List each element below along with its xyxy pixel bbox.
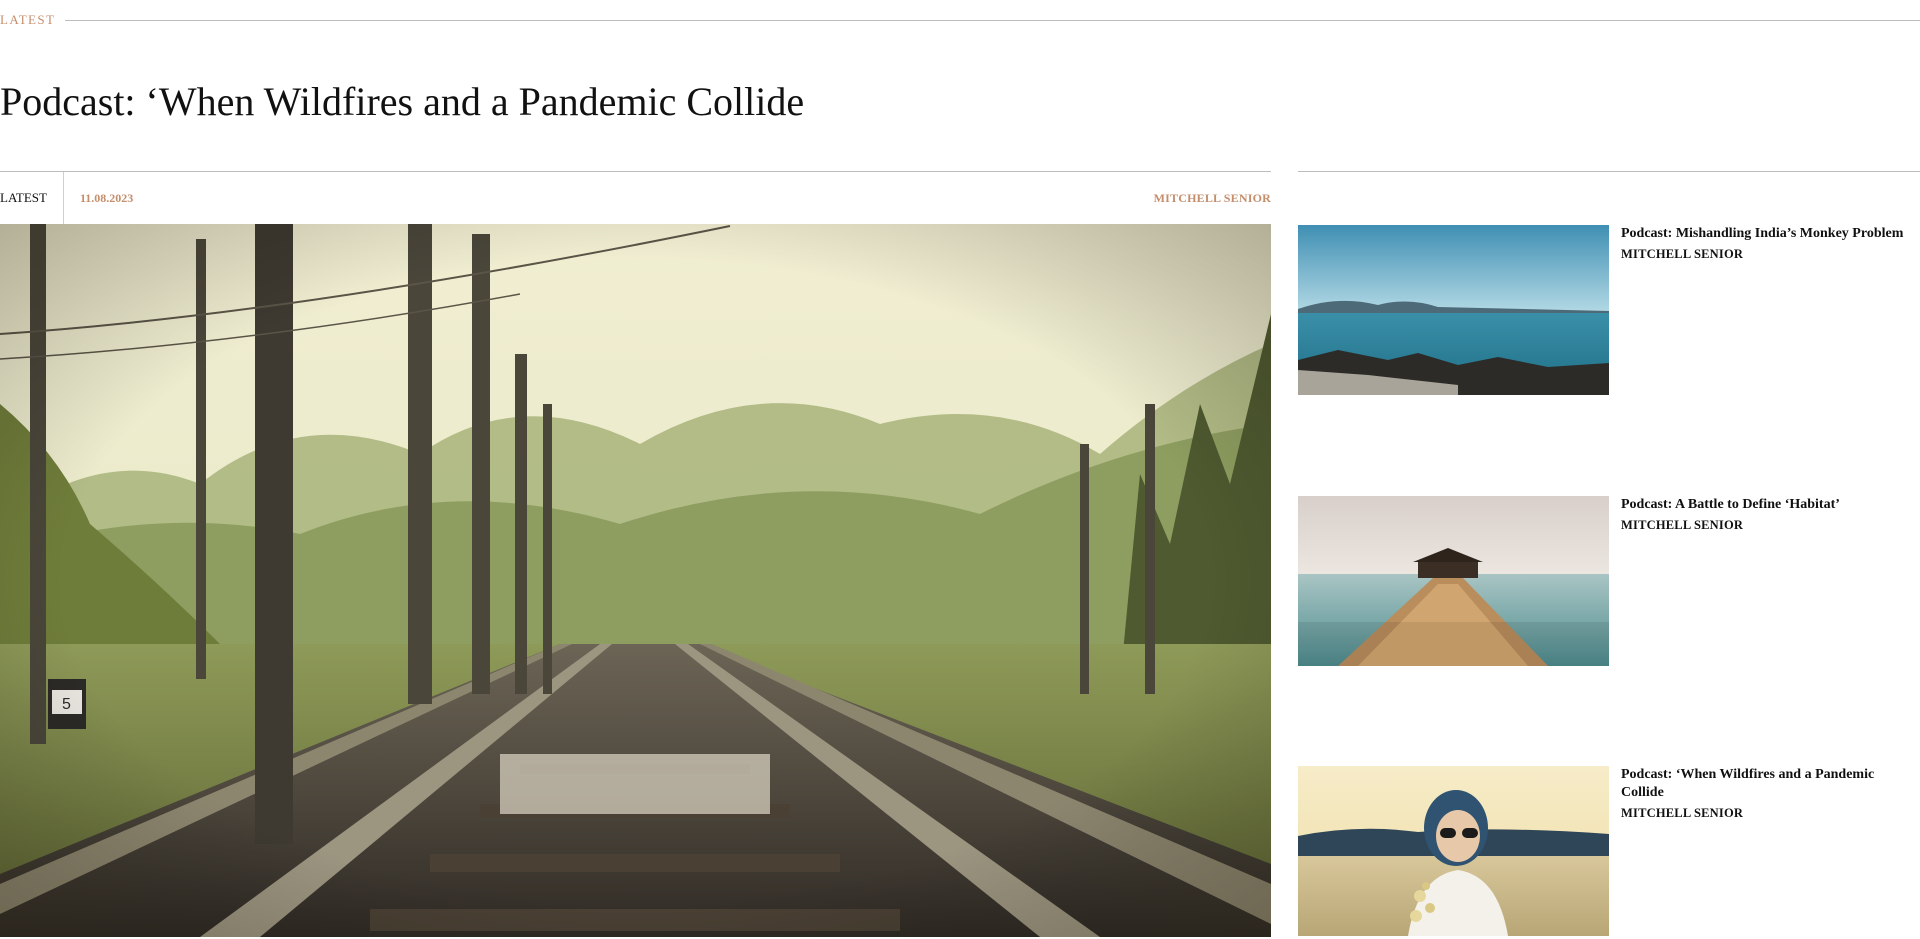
section-label[interactable]: LATEST [0, 12, 65, 28]
section-divider [65, 19, 1920, 21]
sidebar-article-thumbnail[interactable] [1298, 496, 1609, 666]
sidebar-article-author[interactable]: MITCHELL SENIOR [1621, 247, 1917, 262]
sidebar-article-title[interactable]: Podcast: ‘When Wildfires and a Pandemic … [1621, 766, 1917, 802]
sidebar-article-2[interactable]: Podcast: A Battle to Define ‘Habitat’ MI… [1298, 496, 1920, 666]
sidebar-article-title[interactable]: Podcast: A Battle to Define ‘Habitat’ [1621, 496, 1917, 514]
sidebar-article-title[interactable]: Podcast: Mishandling India’s Monkey Prob… [1621, 225, 1917, 243]
sidebar-article-author[interactable]: MITCHELL SENIOR [1621, 806, 1917, 821]
sidebar-divider [1298, 171, 1920, 172]
article-category[interactable]: LATEST [0, 172, 64, 224]
sidebar-article-3[interactable]: Podcast: ‘When Wildfires and a Pandemic … [1298, 766, 1920, 936]
article-headline[interactable]: Podcast: ‘When Wildfires and a Pandemic … [0, 74, 804, 130]
article-date: 11.08.2023 [79, 190, 134, 205]
article-author[interactable]: MITCHELL SENIOR [1154, 191, 1271, 206]
sidebar-article-author[interactable]: MITCHELL SENIOR [1621, 518, 1917, 533]
sidebar-article-thumbnail[interactable] [1298, 225, 1609, 395]
section-header: LATEST [0, 9, 1920, 31]
sidebar-article-thumbnail[interactable] [1298, 766, 1609, 936]
article-meta: LATEST 11.08.2023 MITCHELL SENIOR [0, 172, 1271, 224]
article-hero-image[interactable]: 5 [0, 224, 1271, 937]
sidebar-article-1[interactable]: Podcast: Mishandling India’s Monkey Prob… [1298, 225, 1920, 395]
